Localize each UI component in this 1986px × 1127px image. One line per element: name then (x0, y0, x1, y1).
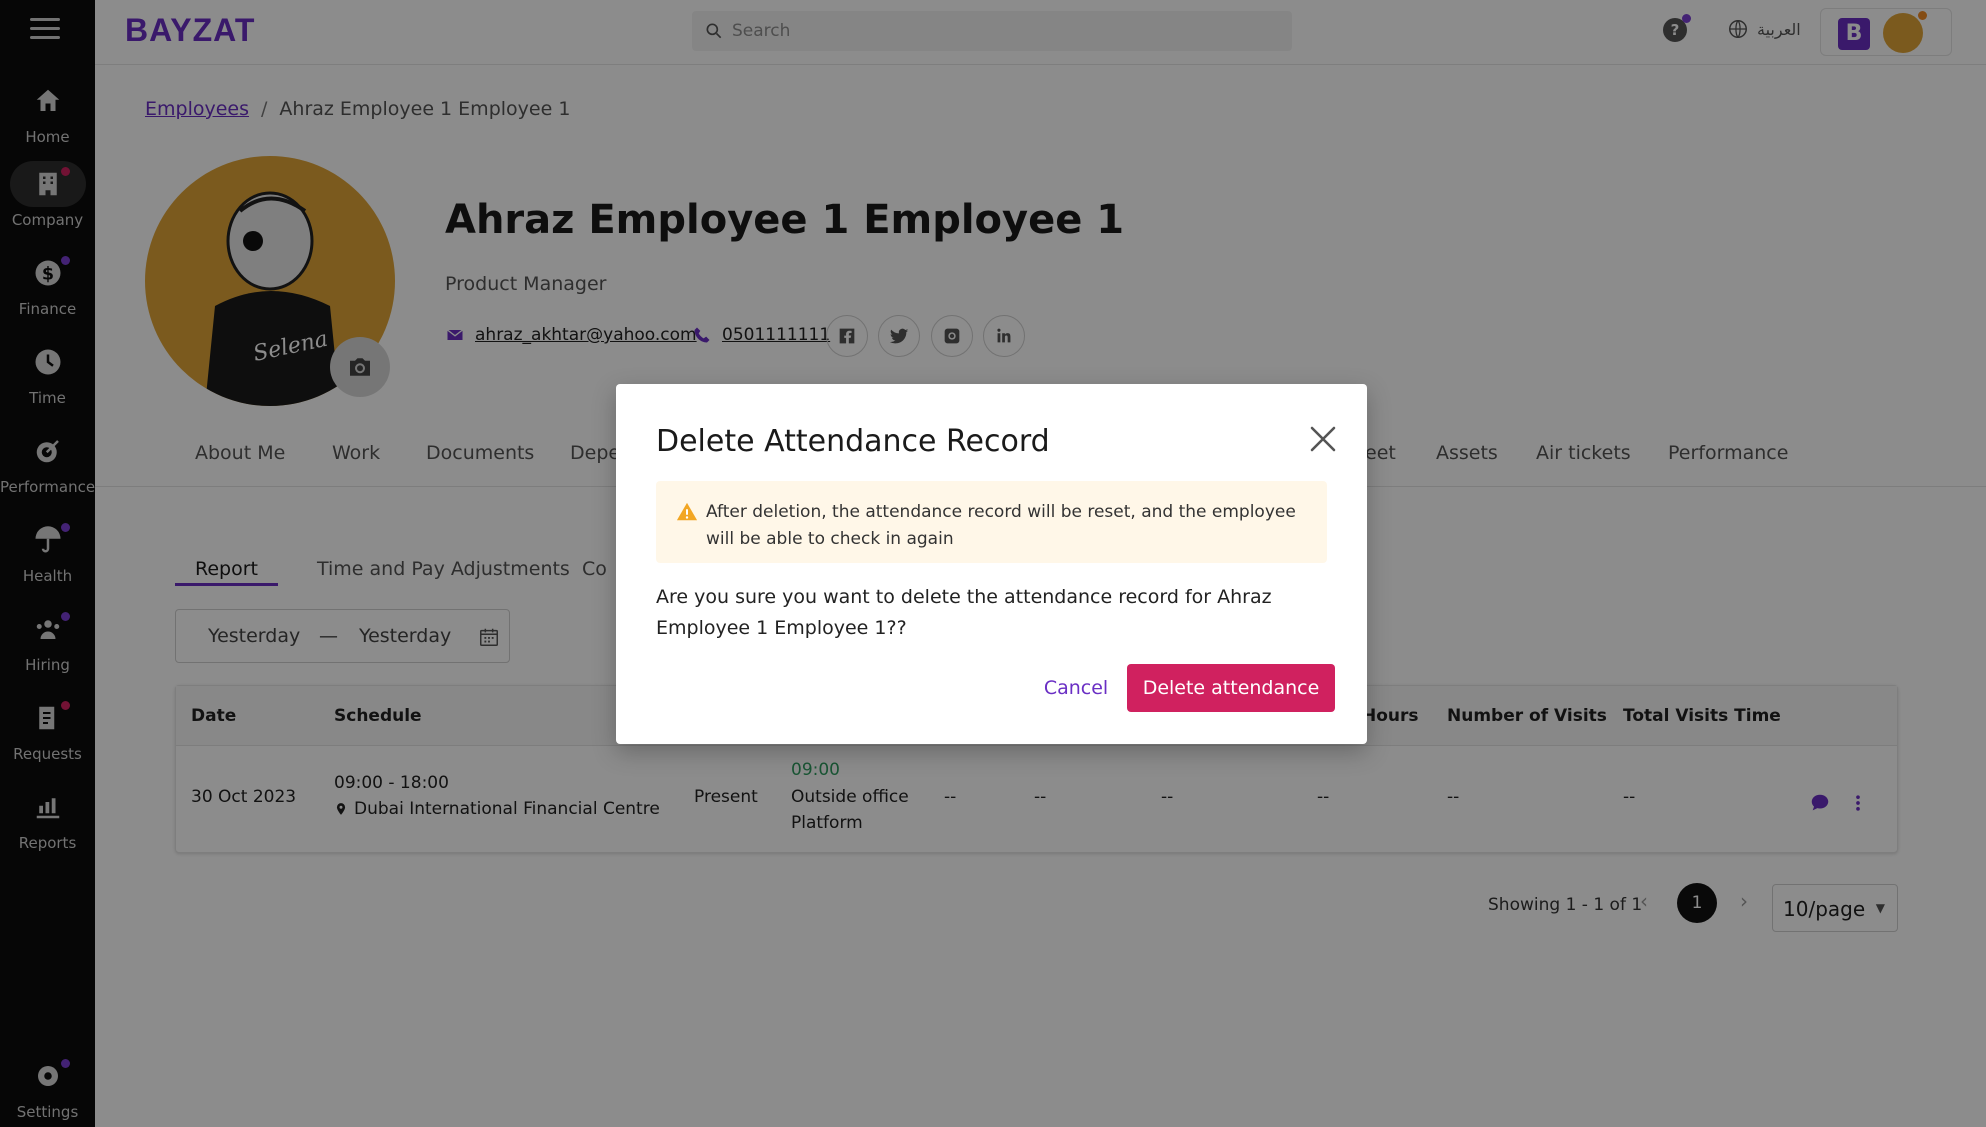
warning-text: After deletion, the attendance record wi… (706, 502, 1296, 549)
delete-attendance-button[interactable]: Delete attendance (1127, 664, 1335, 712)
dialog-title: Delete Attendance Record (656, 424, 1050, 459)
delete-attendance-dialog: Delete Attendance Record After deletion,… (616, 384, 1367, 744)
dialog-message: Are you sure you want to delete the atte… (656, 586, 1272, 639)
close-icon (1310, 426, 1336, 452)
warning-icon (676, 502, 698, 521)
warning-banner: After deletion, the attendance record wi… (656, 481, 1327, 563)
close-button[interactable] (1306, 422, 1340, 456)
cancel-button[interactable]: Cancel (1028, 664, 1124, 712)
